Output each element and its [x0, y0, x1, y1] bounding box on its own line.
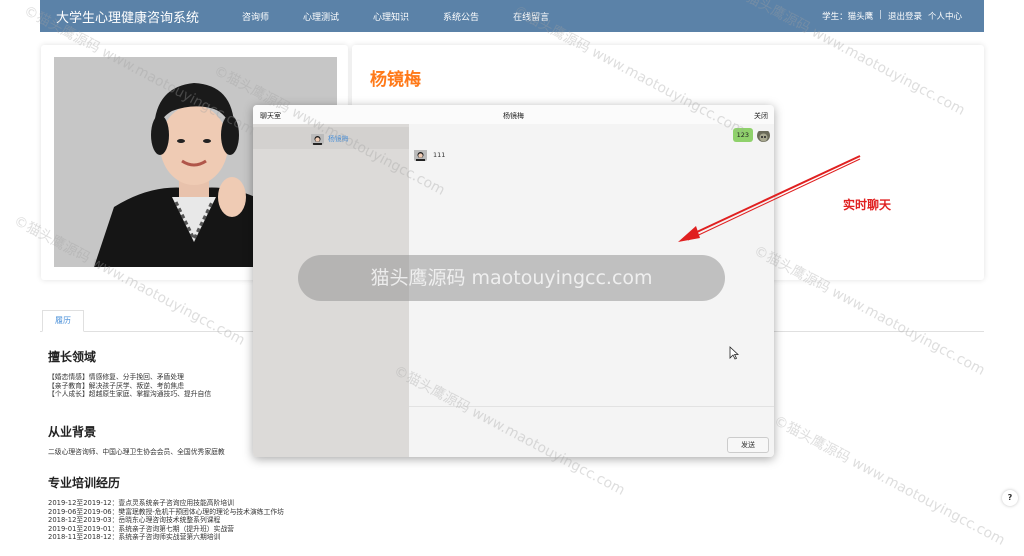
- site-brand[interactable]: 大学生心理健康咨询系统: [56, 7, 216, 26]
- watermark-overlay: 猫头鹰源码 maotouyingcc.com: [298, 255, 725, 301]
- section-title: 从业背景: [48, 425, 97, 439]
- contact-avatar: [311, 132, 324, 145]
- nav-psych-test[interactable]: 心理测试: [289, 10, 359, 23]
- annotation-arrow: [678, 155, 861, 242]
- training-line: 2019-06至2019-06：樊富珉教授-危机干预团体心理的理论与技术演练工作…: [48, 507, 284, 516]
- nav-psych-knowledge[interactable]: 心理知识: [359, 10, 429, 23]
- contact-item[interactable]: 杨镜梅: [253, 127, 409, 149]
- training-section: 专业培训经历 2019-12至2019-12：壹点灵系统亲子咨询应用技能高阶培训…: [48, 474, 284, 542]
- user-label: 学生：猫头鹰: [822, 12, 874, 22]
- training-line: 2018-12至2019-03：岳晓东心理咨询技术统整系列课程: [48, 516, 221, 524]
- section-title: 专业培训经历: [48, 476, 121, 490]
- expertise-line: 【亲子教育】解决孩子厌学、叛逆、考前焦虑: [48, 381, 184, 390]
- outgoing-message-text: 123: [732, 128, 753, 142]
- chat-input-area[interactable]: 发送: [409, 406, 774, 457]
- main-nav: 咨询师 心理测试 心理知识 系统公告 在线留言: [228, 10, 569, 23]
- outgoing-message: 123: [732, 128, 770, 142]
- profile-link[interactable]: 个人中心: [928, 10, 962, 22]
- background-line: 二级心理咨询师、中国心理卫生协会会员、全国优秀家庭教: [48, 448, 225, 456]
- expertise-section: 擅长领域 【婚恋情感】情感修复、分手挽回、矛盾处理 【亲子教育】解决孩子厌学、叛…: [48, 348, 211, 399]
- chat-peer-name: 杨镜梅: [503, 112, 524, 120]
- nav-announcements[interactable]: 系统公告: [429, 10, 499, 23]
- chat-header: 聊天室 杨镜梅 关闭: [253, 105, 774, 124]
- help-button[interactable]: ?: [1002, 490, 1018, 506]
- doctor-name: 杨镜梅: [370, 70, 421, 90]
- section-title: 擅长领域: [48, 350, 97, 364]
- tab-resume[interactable]: 履历: [42, 310, 84, 332]
- user-box: 学生：猫头鹰 | 退出登录 个人中心: [822, 10, 962, 22]
- nav-counselor[interactable]: 咨询师: [228, 10, 289, 23]
- training-line: 2018-11至2018-12：系统亲子咨询师实战营第六期培训: [48, 533, 221, 541]
- annotation-label: 实时聊天: [843, 198, 892, 212]
- contact-name: 杨镜梅: [328, 135, 349, 143]
- incoming-message: 111: [414, 148, 445, 161]
- expertise-line: 【个人成长】超越原生家庭、掌握沟通技巧、提升自信: [48, 390, 212, 398]
- chat-close-button[interactable]: 关闭: [754, 111, 768, 121]
- nav-online-message[interactable]: 在线留言: [499, 10, 569, 23]
- send-button[interactable]: 发送: [727, 437, 769, 453]
- training-line: 2019-12至2019-12：壹点灵系统亲子咨询应用技能高阶培训: [48, 499, 234, 507]
- separator: |: [879, 10, 882, 20]
- peer-avatar: [414, 148, 427, 161]
- watermark-text: ©猫头鹰源码 www.maotouyingcc.com: [770, 412, 1008, 549]
- incoming-message-text: 111: [433, 150, 446, 159]
- self-avatar: [757, 129, 770, 142]
- top-navbar: 大学生心理健康咨询系统 咨询师 心理测试 心理知识 系统公告 在线留言 学生：猫…: [40, 0, 984, 32]
- expertise-line: 【婚恋情感】情感修复、分手挽回、矛盾处理: [48, 373, 184, 381]
- background-section: 从业背景 二级心理咨询师、中国心理卫生协会会员、全国优秀家庭教: [48, 423, 225, 457]
- training-line: 2019-01至2019-01：系统亲子咨询第七期（提升班）实战营: [48, 524, 234, 533]
- logout-link[interactable]: 退出登录: [888, 10, 922, 22]
- mouse-cursor-icon: [729, 346, 739, 360]
